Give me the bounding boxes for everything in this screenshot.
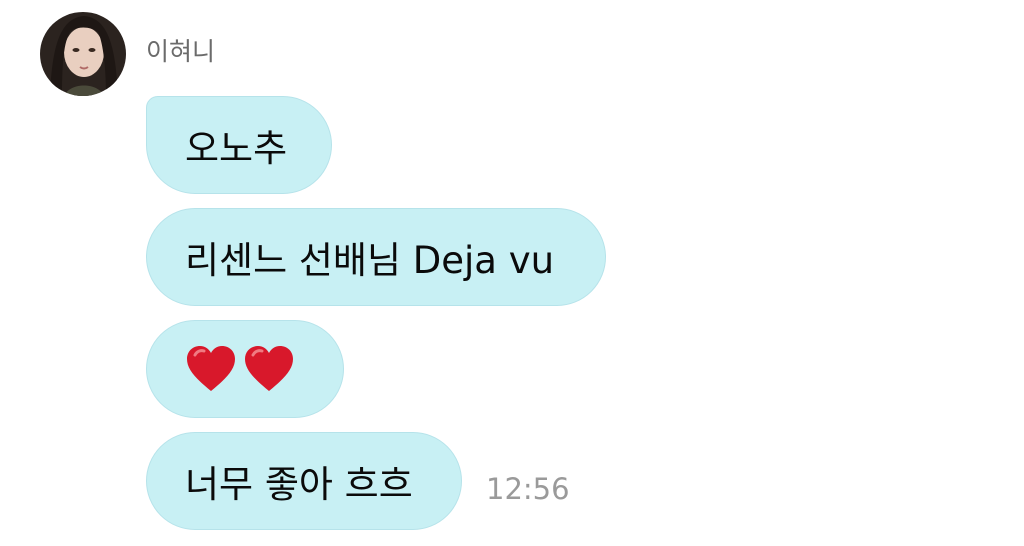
heart-icon	[185, 345, 237, 393]
message-text: 너무 좋아 흐흐	[185, 463, 413, 506]
chat-thread: 이혀니 오노추 리센느 선배님 Deja vu 너무 좋아 흐흐 12:56	[0, 0, 1024, 546]
message-bubble[interactable]: 오노추	[146, 96, 332, 194]
emoji-group	[185, 345, 295, 393]
message-bubble[interactable]: 리센느 선배님 Deja vu	[146, 208, 606, 306]
heart-icon	[243, 345, 295, 393]
message-timestamp: 12:56	[486, 472, 570, 506]
message-text: 오노추	[185, 127, 288, 170]
avatar-photo	[40, 12, 126, 96]
message-bubble[interactable]: 너무 좋아 흐흐	[146, 432, 462, 530]
avatar[interactable]	[40, 12, 126, 96]
message-bubble-emoji[interactable]	[146, 320, 344, 418]
message-text: 리센느 선배님 Deja vu	[185, 239, 555, 282]
sender-name: 이혀니	[146, 37, 216, 66]
